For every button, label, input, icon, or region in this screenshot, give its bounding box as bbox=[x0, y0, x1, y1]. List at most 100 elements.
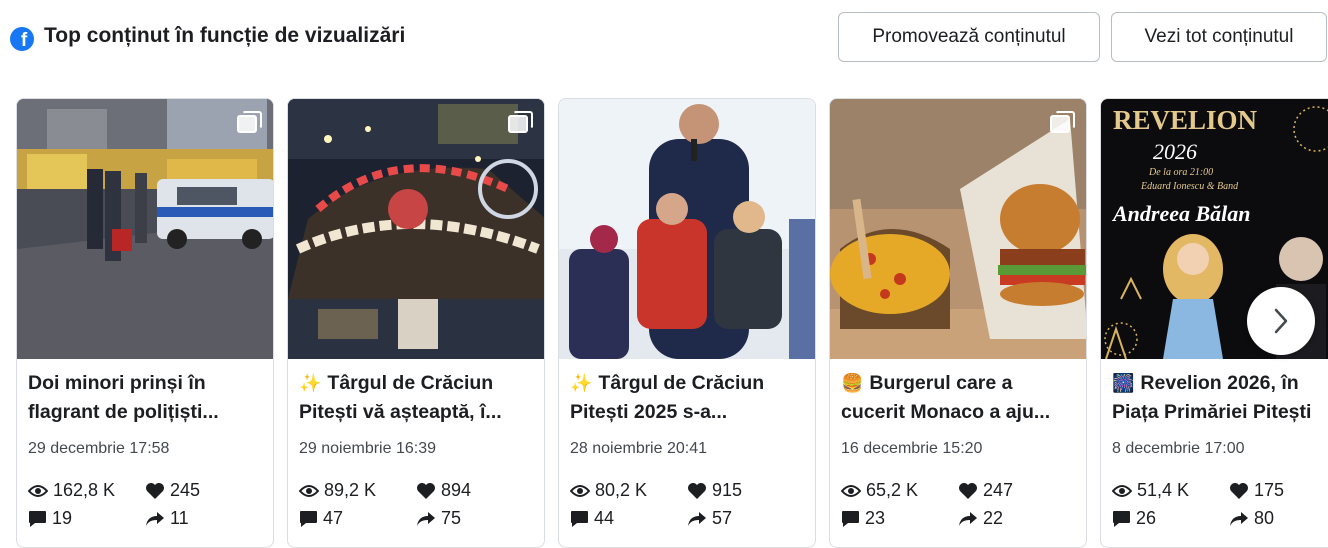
post-title[interactable]: ✨ Târgul de Crăciun Pitești 2025 s-a... bbox=[570, 369, 810, 427]
shares-count: 57 bbox=[712, 508, 733, 528]
poster-headline: REVELION bbox=[1113, 105, 1258, 135]
comment-icon bbox=[571, 510, 588, 527]
multi-photo-icon bbox=[1050, 111, 1076, 135]
comments-stat: 26 bbox=[1112, 508, 1156, 529]
comment-icon bbox=[1113, 510, 1130, 527]
promote-content-button[interactable]: Promovează conținutul bbox=[838, 12, 1100, 62]
likes-count: 245 bbox=[170, 480, 201, 500]
post-thumbnail[interactable] bbox=[559, 99, 815, 359]
views-stat: 65,2 K bbox=[841, 480, 918, 501]
post-card[interactable]: ✨ Târgul de Crăciun Pitești 2025 s-a... 2… bbox=[558, 98, 816, 548]
likes-stat: 245 bbox=[145, 480, 200, 501]
post-title-line-2: Piața Primăriei Pitești bbox=[1112, 401, 1312, 423]
poster-time: De la ora 21:00 bbox=[1148, 167, 1213, 178]
likes-stat: 894 bbox=[416, 480, 471, 501]
sparkles-emoji: ✨ bbox=[570, 373, 593, 393]
views-stat: 89,2 K bbox=[299, 480, 376, 501]
post-date: 28 noiembrie 20:41 bbox=[570, 440, 707, 457]
share-arrow-icon bbox=[146, 511, 164, 526]
poster-year: 2026 bbox=[1153, 139, 1197, 164]
comments-stat: 23 bbox=[841, 508, 885, 529]
carousel-next-button[interactable] bbox=[1247, 287, 1315, 355]
heart-icon bbox=[1230, 482, 1248, 499]
views-stat: 80,2 K bbox=[570, 480, 647, 501]
post-date: 16 decembrie 15:20 bbox=[841, 440, 983, 457]
section-header: f Top conținut în funcție de vizualizări… bbox=[0, 0, 1328, 80]
shares-stat: 22 bbox=[958, 508, 1003, 529]
post-title-line-2: flagrant de polițiști... bbox=[28, 401, 219, 423]
comments-count: 19 bbox=[52, 508, 73, 528]
post-title-line-2: Pitești 2025 s-a... bbox=[570, 401, 728, 423]
comment-icon bbox=[300, 510, 317, 527]
post-date: 29 noiembrie 16:39 bbox=[299, 440, 436, 457]
facebook-icon: f bbox=[10, 27, 34, 51]
post-title[interactable]: ✨ Târgul de Crăciun Pitești vă așteaptă, … bbox=[299, 369, 539, 427]
likes-count: 175 bbox=[1254, 480, 1285, 500]
burger-emoji: 🍔 bbox=[841, 373, 864, 393]
eye-icon bbox=[570, 484, 590, 497]
shares-stat: 80 bbox=[1229, 508, 1274, 529]
post-title-line-1: Burgerul care a bbox=[869, 372, 1013, 394]
post-title[interactable]: 🍔 Burgerul care a cucerit Monaco a aju... bbox=[841, 369, 1081, 427]
comment-icon bbox=[29, 510, 46, 527]
views-count: 162,8 K bbox=[53, 480, 116, 500]
share-arrow-icon bbox=[1230, 511, 1248, 526]
poster-artist: Andreea Bălan bbox=[1111, 201, 1251, 226]
post-title-line-1: Doi minori prinși în bbox=[28, 372, 206, 394]
post-card[interactable]: ✨ Târgul de Crăciun Pitești vă așteaptă, … bbox=[287, 98, 545, 548]
multi-photo-icon bbox=[508, 111, 534, 135]
eye-icon bbox=[1112, 484, 1132, 497]
comments-count: 26 bbox=[1136, 508, 1157, 528]
shares-count: 22 bbox=[983, 508, 1004, 528]
shares-stat: 11 bbox=[145, 508, 189, 529]
post-thumbnail[interactable] bbox=[830, 99, 1086, 359]
comments-stat: 44 bbox=[570, 508, 614, 529]
likes-stat: 175 bbox=[1229, 480, 1284, 501]
shares-count: 80 bbox=[1254, 508, 1275, 528]
post-card[interactable]: 🍔 Burgerul care a cucerit Monaco a aju...… bbox=[829, 98, 1087, 548]
comments-count: 23 bbox=[865, 508, 886, 528]
heart-icon bbox=[417, 482, 435, 499]
shares-stat: 57 bbox=[687, 508, 732, 529]
views-stat: 162,8 K bbox=[28, 480, 115, 501]
views-count: 80,2 K bbox=[595, 480, 648, 500]
post-date: 29 decembrie 17:58 bbox=[28, 440, 170, 457]
comments-count: 47 bbox=[323, 508, 344, 528]
post-thumbnail[interactable] bbox=[288, 99, 544, 359]
likes-count: 894 bbox=[441, 480, 472, 500]
eye-icon bbox=[841, 484, 861, 497]
comments-count: 44 bbox=[594, 508, 615, 528]
section-title: Top conținut în funcție de vizualizări bbox=[44, 24, 406, 47]
eye-icon bbox=[299, 484, 319, 497]
sparkles-emoji: ✨ bbox=[299, 373, 322, 393]
post-title-line-2: cucerit Monaco a aju... bbox=[841, 401, 1051, 423]
share-arrow-icon bbox=[688, 511, 706, 526]
post-title[interactable]: 🎆 Revelion 2026, în Piața Primăriei Piteș… bbox=[1112, 369, 1328, 427]
post-title-line-1: Revelion 2026, în bbox=[1140, 372, 1299, 394]
share-arrow-icon bbox=[959, 511, 977, 526]
likes-stat: 915 bbox=[687, 480, 742, 501]
heart-icon bbox=[146, 482, 164, 499]
view-all-content-button[interactable]: Vezi tot conținutul bbox=[1111, 12, 1327, 62]
post-title-line-1: Târgul de Crăciun bbox=[598, 372, 765, 394]
eye-icon bbox=[28, 484, 48, 497]
comments-stat: 19 bbox=[28, 508, 72, 529]
post-title[interactable]: Doi minori prinși în flagrant de polițiș… bbox=[28, 369, 268, 427]
multi-photo-icon bbox=[237, 111, 263, 135]
likes-count: 247 bbox=[983, 480, 1014, 500]
views-count: 89,2 K bbox=[324, 480, 377, 500]
comments-stat: 47 bbox=[299, 508, 343, 529]
heart-icon bbox=[688, 482, 706, 499]
heart-icon bbox=[959, 482, 977, 499]
share-arrow-icon bbox=[417, 511, 435, 526]
views-count: 65,2 K bbox=[866, 480, 919, 500]
chevron-right-icon bbox=[1274, 308, 1288, 334]
post-title-line-2: Pitești vă așteaptă, î... bbox=[299, 401, 502, 423]
comment-icon bbox=[842, 510, 859, 527]
shares-count: 11 bbox=[170, 508, 189, 528]
post-thumbnail[interactable] bbox=[17, 99, 273, 359]
shares-count: 75 bbox=[441, 508, 462, 528]
shares-stat: 75 bbox=[416, 508, 461, 529]
fireworks-emoji: 🎆 bbox=[1112, 373, 1135, 393]
post-card[interactable]: Doi minori prinși în flagrant de polițiș… bbox=[16, 98, 274, 548]
